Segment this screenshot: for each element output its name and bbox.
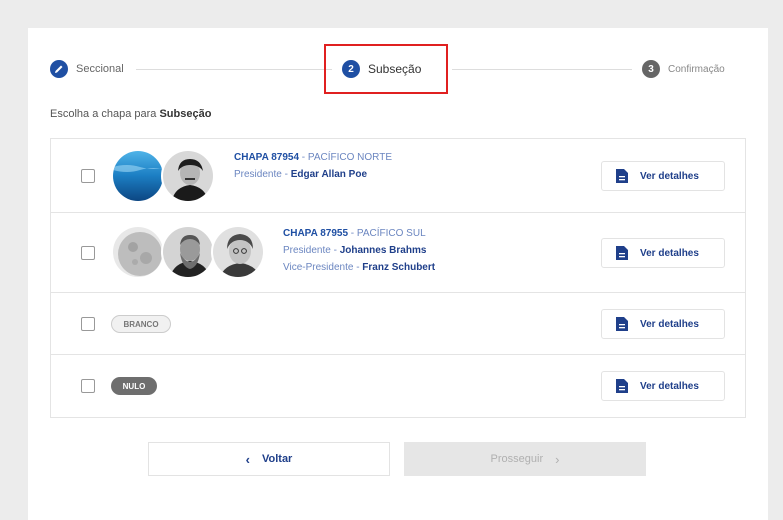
avatar-johannes-brahms: [161, 225, 215, 279]
step-subsecao[interactable]: 2 Subseção: [342, 58, 421, 80]
chapa-region: - PACÍFICO SUL: [348, 228, 426, 239]
member-role: Presidente -: [283, 245, 340, 256]
chapa-list: CHAPA 87954 - PACÍFICO NORTE Presidente …: [50, 138, 746, 418]
prompt-emphasis: Subseção: [159, 108, 212, 120]
document-icon: [616, 317, 628, 331]
next-button[interactable]: Prosseguir ›: [404, 442, 646, 476]
nulo-badge: NULO: [111, 377, 157, 395]
details-button[interactable]: Ver detalhes: [601, 371, 725, 401]
document-icon: [616, 379, 628, 393]
step-label: Confirmação: [668, 63, 725, 75]
list-item: NULO Ver detalhes: [51, 355, 745, 417]
chevron-right-icon: ›: [555, 451, 560, 467]
back-button[interactable]: ‹ Voltar: [148, 442, 390, 476]
details-label: Ver detalhes: [640, 318, 699, 330]
chapa-info: CHAPA 87955 - PACÍFICO SUL Presidente - …: [283, 225, 435, 276]
avatar-moon: [111, 225, 165, 279]
step-label: Seccional: [76, 63, 124, 75]
details-button[interactable]: Ver detalhes: [601, 309, 725, 339]
chevron-left-icon: ‹: [245, 451, 250, 467]
member-role: Vice-Presidente -: [283, 262, 363, 273]
list-item: CHAPA 87955 - PACÍFICO SUL Presidente - …: [51, 213, 745, 293]
step-number: 3: [642, 60, 660, 78]
prompt-lead: Escolha a chapa para: [50, 108, 160, 120]
step-label: Subseção: [368, 62, 422, 76]
step-confirmacao[interactable]: 3 Confirmação: [642, 58, 725, 80]
list-item: BRANCO Ver detalhes: [51, 293, 745, 355]
avatar-ocean: [111, 149, 165, 203]
details-label: Ver detalhes: [640, 170, 699, 182]
next-label: Prosseguir: [490, 453, 544, 465]
prompt-text: Escolha a chapa para Subseção: [50, 108, 211, 120]
step-number: 2: [342, 60, 360, 78]
step-seccional[interactable]: Seccional: [50, 58, 124, 80]
member-name: Edgar Allan Poe: [290, 169, 368, 180]
details-button[interactable]: Ver detalhes: [601, 161, 725, 191]
details-button[interactable]: Ver detalhes: [601, 238, 725, 268]
details-label: Ver detalhes: [640, 380, 699, 392]
member-name: Johannes Brahms: [339, 245, 427, 256]
document-icon: [616, 246, 628, 260]
stepper: Seccional 2 Subseção 3 Confirmação: [28, 28, 768, 108]
stepper-line: [136, 69, 332, 70]
chapa-number: CHAPA 87954: [234, 152, 300, 163]
document-icon: [616, 169, 628, 183]
details-label: Ver detalhes: [640, 247, 699, 259]
chapa-checkbox[interactable]: [81, 246, 95, 260]
member-name: Franz Schubert: [362, 262, 436, 273]
member-role: Presidente -: [234, 169, 291, 180]
nulo-checkbox[interactable]: [81, 379, 95, 393]
chapa-checkbox[interactable]: [81, 169, 95, 183]
branco-checkbox[interactable]: [81, 317, 95, 331]
back-label: Voltar: [261, 453, 293, 465]
branco-badge: BRANCO: [111, 315, 171, 333]
list-item: CHAPA 87954 - PACÍFICO NORTE Presidente …: [51, 139, 745, 213]
vote-card: Seccional 2 Subseção 3 Confirmação Escol…: [28, 28, 768, 520]
chapa-info: CHAPA 87954 - PACÍFICO NORTE Presidente …: [234, 149, 392, 183]
avatar-franz-schubert: [211, 225, 265, 279]
chapa-number: CHAPA 87955: [283, 228, 349, 239]
avatar-edgar-allan-poe: [161, 149, 215, 203]
chapa-region: - PACÍFICO NORTE: [299, 152, 392, 163]
stepper-line: [452, 69, 632, 70]
pencil-icon: [50, 60, 68, 78]
